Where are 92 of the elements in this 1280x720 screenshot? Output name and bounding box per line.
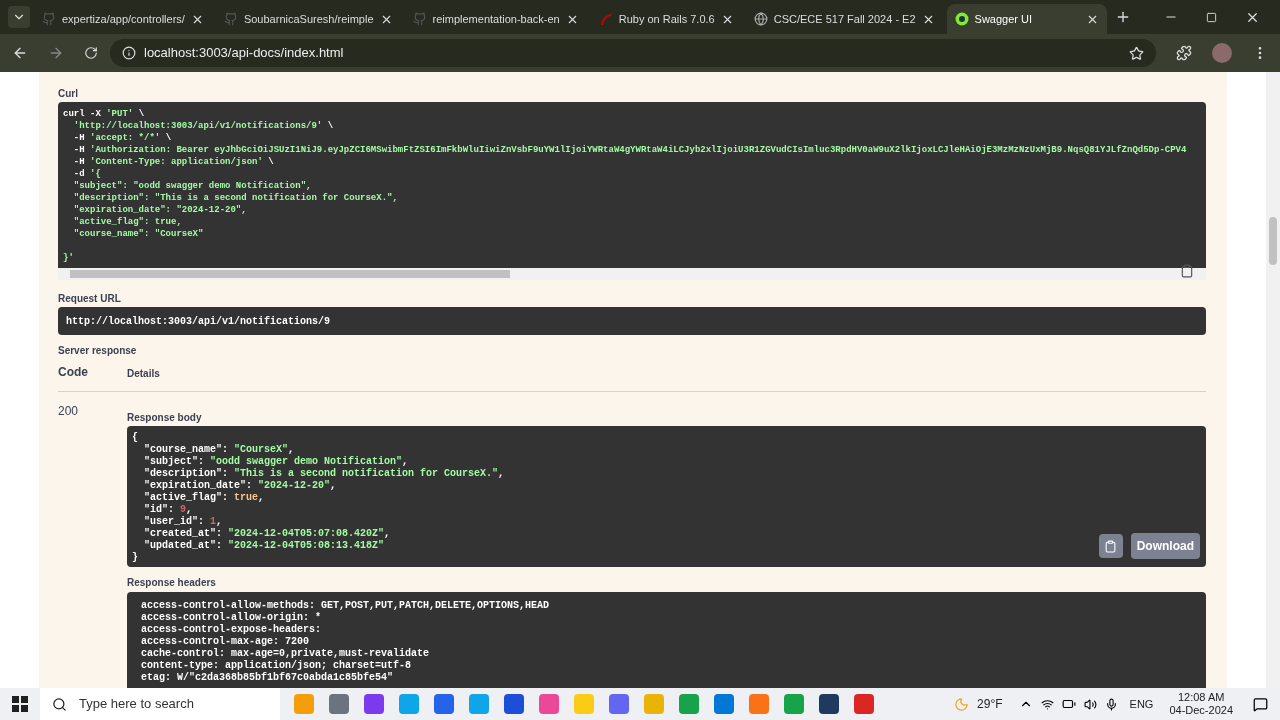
taskbar-app-icon[interactable] — [329, 694, 349, 714]
forward-icon[interactable] — [48, 45, 64, 61]
volume-icon[interactable] — [1083, 697, 1097, 711]
section-label: Response headers — [127, 576, 216, 590]
windows-start-icon[interactable] — [12, 696, 28, 712]
code-line: { — [132, 432, 138, 444]
taskbar-app-icon[interactable] — [364, 694, 384, 714]
code-line: -H 'accept: */*' \ — [72, 132, 172, 144]
section-label: Curl — [58, 87, 78, 101]
search-icon — [52, 696, 67, 712]
taskbar-app-icon[interactable] — [854, 694, 874, 714]
code-line: "course_name": "CourseX" — [72, 228, 204, 240]
reload-icon[interactable] — [84, 46, 98, 60]
browser-tab[interactable]: SoubarnicaSuresh/reimple — [215, 4, 401, 34]
code-line: -H 'Authorization: Bearer eyJhbGciOiJSUzI1NiJ9.eyJpZCI6MSwibmFtZSI6ImFkbWluIiwiZnVsbF9uYW1lIjoiYWRtaW4gYWRtaW4iLCJyb2xlIjoiU3R1ZGVudCIsImluc3RpdHV0aW9uX2lkIjoxLCJleHAiOjE3MzMzNzUxMjB9.NqsQ81YJLfZnQd5Dp-CPV4 — [72, 144, 1187, 156]
code-line: "description": "This is a second notification for CourseX.", — [143, 468, 505, 480]
code-line: "updated_at": "2024-12-04T05:08:13.418Z" — [143, 540, 385, 552]
code-line: "subject": "oodd swagger demo Notification", — [72, 180, 312, 192]
taskbar-search-field[interactable]: Type here to search — [40, 688, 280, 720]
tab-title: Swagger UI — [974, 11, 1034, 27]
code-line: "active_flag": true, — [143, 492, 265, 504]
clock-time: 12:08 AM — [1177, 691, 1225, 704]
request-url-block: http://localhost:3003/api/v1/notifications/9 — [58, 307, 1206, 335]
header-line: content-type: application/json; charset=utf-8 — [141, 660, 412, 672]
browser-tab[interactable]: expertiza/app/controllers/ — [34, 4, 212, 34]
address-bar[interactable]: localhost:3003/api-docs/index.html — [110, 39, 1156, 67]
search-placeholder: Type here to search — [79, 695, 194, 714]
section-label: Request URL — [58, 292, 121, 306]
code-line: 'http://localhost:3003/api/v1/notifications/9' \ — [72, 120, 334, 132]
browser-tab[interactable]: Swagger UI — [946, 4, 1107, 34]
code-line: "expiration_date": "2024-12-20", — [72, 204, 247, 216]
code-line: "description": "This is a second notification for CourseX.", — [72, 192, 398, 204]
section-label: Server response — [58, 344, 137, 358]
restore-icon[interactable] — [1206, 11, 1217, 23]
tab-title: reimplementation-back-en — [432, 11, 560, 27]
language-indicator[interactable]: ENG — [1129, 695, 1154, 713]
code-line: "subject": "oodd swagger demo Notification", — [143, 456, 409, 468]
github-icon — [412, 12, 427, 26]
bookmark-icon[interactable] — [1129, 45, 1144, 61]
taskbar-app-icon[interactable] — [434, 694, 454, 714]
code-line: "course_name": "CourseX", — [143, 444, 295, 456]
download-button[interactable]: Download — [1130, 533, 1200, 559]
code-line: }' — [63, 252, 74, 264]
taskbar-app-icon[interactable] — [504, 694, 524, 714]
code-line: "user_id": 1, — [143, 516, 223, 528]
code-line: -H 'Content-Type: application/json' \ — [72, 156, 274, 168]
extensions-icon[interactable] — [1176, 45, 1192, 61]
taskbar-app-icon[interactable] — [714, 694, 734, 714]
copy-button[interactable] — [1098, 534, 1123, 558]
header-line: etag: W/"c2da368b85bf1bf67c0abda1c85bfe54" — [141, 672, 394, 684]
browser-tab[interactable]: reimplementation-back-en — [404, 4, 587, 34]
column-header: Code — [58, 364, 89, 381]
mic-icon[interactable] — [1104, 697, 1118, 711]
code-line: -d '{ — [72, 168, 101, 180]
back-icon[interactable] — [12, 45, 28, 61]
code-line: "expiration_date": "2024-12-20", — [143, 480, 337, 492]
globe-icon — [753, 12, 768, 26]
clock-date: 04-Dec-2024 — [1169, 704, 1233, 717]
weather-text: 29°F — [977, 696, 1003, 713]
wifi-icon[interactable] — [1040, 697, 1054, 711]
tab-title: expertiza/app/controllers/ — [62, 11, 185, 27]
header-line: access-control-allow-origin: * — [141, 612, 322, 624]
column-header: Details — [127, 367, 160, 381]
taskbar-app-icon[interactable] — [609, 694, 629, 714]
tab-title: SoubarnicaSuresh/reimple — [243, 11, 374, 27]
browser-tab[interactable]: CSC/ECE 517 Fall 2024 - E2 — [745, 4, 943, 34]
code-line: curl -X 'PUT' \ — [63, 108, 145, 120]
header-line: access-control-max-age: 7200 — [141, 636, 310, 648]
github-icon — [42, 12, 56, 26]
header-line: cache-control: max-age=0,private,must-revalidate — [141, 648, 430, 660]
battery-icon[interactable] — [1061, 697, 1076, 711]
weather-icon — [954, 696, 970, 712]
github-icon — [223, 12, 238, 26]
code-line: "created_at": "2024-12-04T05:07:08.420Z", — [143, 528, 391, 540]
tab-title: Ruby on Rails 7.0.6 — [618, 11, 715, 27]
info-icon[interactable] — [122, 46, 136, 60]
code-line: } — [132, 552, 138, 564]
header-line: access-control-allow-methods: GET,POST,PUT,PATCH,DELETE,OPTIONS,HEAD — [141, 600, 550, 612]
code-line: "id": 9, — [143, 504, 193, 516]
vertical-scrollbar[interactable] — [1266, 72, 1280, 688]
header-line: access-control-expose-headers: — [141, 624, 322, 636]
browser-tab[interactable]: Ruby on Rails 7.0.6 — [590, 4, 742, 34]
code-line: "active_flag": true, — [72, 216, 182, 228]
tab-list-button[interactable] — [8, 6, 30, 28]
tab-title: CSC/ECE 517 Fall 2024 - E2 — [773, 11, 916, 27]
clipboard-icon — [1104, 539, 1118, 553]
copy-icon[interactable] — [1180, 264, 1194, 278]
url-text: localhost:3003/api-docs/index.html — [144, 44, 344, 63]
notifications-icon[interactable] — [1253, 696, 1268, 712]
taskbar-app-icon[interactable] — [819, 694, 839, 714]
section-label: Response body — [127, 411, 202, 425]
status-code: 200 — [58, 403, 80, 420]
